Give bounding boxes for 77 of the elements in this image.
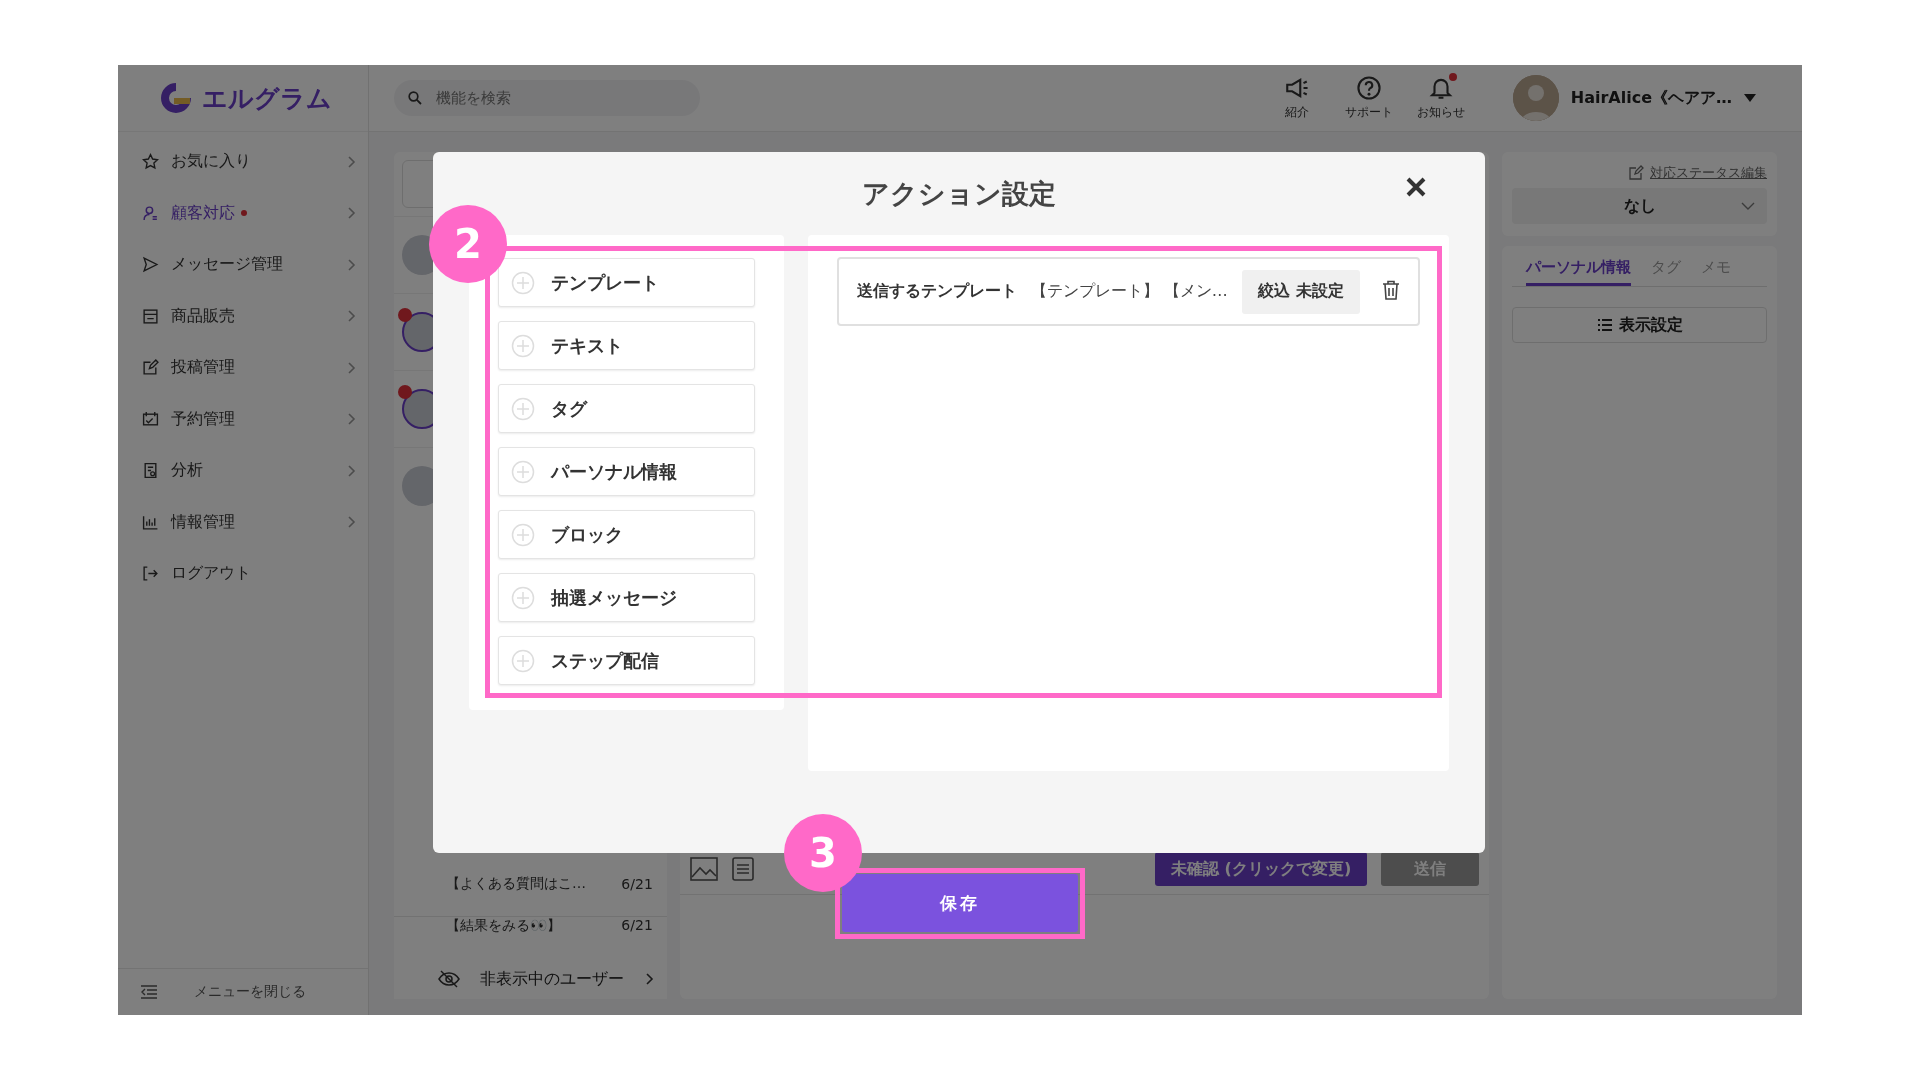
help-icon: [1355, 75, 1382, 101]
menu-collapse-icon: [140, 985, 158, 999]
sidebar-item[interactable]: お気に入り: [118, 136, 368, 188]
send-icon: [142, 256, 159, 274]
sidebar-label: 分析: [171, 460, 203, 482]
plus-circle-icon: [511, 333, 535, 358]
plus-circle-icon: [511, 648, 535, 673]
chart-icon: [142, 513, 159, 531]
action-value: 【テンプレート】 【メン…: [1030, 281, 1229, 302]
display-settings-button[interactable]: 表示設定: [1512, 307, 1767, 343]
add-action-button[interactable]: 抽選メッセージ: [498, 573, 755, 622]
person-icon: [142, 204, 159, 222]
message-preview: 【結果をみる👀】: [446, 917, 561, 935]
sidebar-label: 予約管理: [171, 408, 235, 430]
add-action-button[interactable]: パーソナル情報: [498, 447, 755, 496]
message-date: 6/21: [621, 876, 653, 892]
image-icon[interactable]: [689, 857, 718, 881]
status-button[interactable]: 未確認 (クリックで変更): [1155, 852, 1368, 886]
add-action-button[interactable]: タグ: [498, 384, 755, 433]
logo-icon: [158, 80, 194, 116]
add-action-button[interactable]: テンプレート: [498, 258, 755, 307]
sidebar-label: お気に入り: [171, 151, 251, 173]
logout-icon: [142, 565, 159, 583]
sidebar-item[interactable]: ログアウト: [118, 548, 368, 600]
dialog-title: アクション設定: [862, 176, 1056, 211]
message-preview: 【よくある質問はこ…: [446, 875, 586, 893]
trash-icon: [1382, 280, 1400, 300]
sidebar-label: メッセージ管理: [171, 254, 283, 276]
sidebar-item[interactable]: 投稿管理: [118, 342, 368, 394]
sidebar-label: 顧客対応: [171, 202, 235, 224]
chevron-icon: [644, 972, 654, 986]
sidebar-item[interactable]: 顧客対応: [118, 187, 368, 239]
sidebar-item[interactable]: 情報管理: [118, 496, 368, 548]
add-action-button[interactable]: ブロック: [498, 510, 755, 559]
sidebar-item[interactable]: 予約管理: [118, 393, 368, 445]
avatar-icon: [1512, 75, 1559, 121]
plus-circle-icon: [511, 396, 535, 421]
shop-icon: [142, 307, 159, 325]
logo-text: エルグラム: [202, 82, 332, 115]
sidebar-label: 投稿管理: [171, 357, 235, 379]
chevron-down-icon: [1741, 202, 1755, 210]
status-dropdown[interactable]: なし: [1512, 188, 1767, 224]
edit-icon: [142, 359, 159, 377]
sidebar-item[interactable]: メッセージ管理: [118, 239, 368, 291]
sidebar-item[interactable]: 分析: [118, 445, 368, 497]
star-icon: [142, 153, 159, 171]
caret-icon: [1744, 94, 1756, 102]
plus-circle-icon: [511, 270, 535, 295]
status-edit-link[interactable]: 対応ステータス編集: [1650, 164, 1767, 182]
save-button[interactable]: 保存: [842, 874, 1078, 932]
action-label: 送信するテンプレート: [856, 281, 1017, 302]
header-button[interactable]: サポート: [1332, 75, 1405, 121]
plus-circle-icon: [511, 522, 535, 547]
sidebar-label: 商品販売: [171, 305, 235, 327]
filter-button[interactable]: 絞込 未設定: [1242, 269, 1360, 314]
tab[interactable]: パーソナル情報: [1526, 254, 1632, 286]
calendar-icon: [142, 410, 159, 428]
list-icon: [1596, 318, 1613, 332]
add-action-button[interactable]: ステップ配信: [498, 636, 755, 685]
plus-circle-icon: [511, 459, 535, 484]
account-menu[interactable]: HairAlice《ヘアア…: [1506, 74, 1762, 122]
speaker-icon: [1283, 75, 1310, 101]
sidebar-label: 情報管理: [171, 511, 235, 533]
edit-icon: [1628, 165, 1644, 181]
add-action-button[interactable]: テキスト: [498, 321, 755, 370]
document-icon[interactable]: [731, 857, 754, 881]
close-icon: [1405, 176, 1427, 198]
hidden-eye-icon: [438, 970, 460, 988]
sidebar-label: ログアウト: [171, 563, 251, 585]
search-field[interactable]: 機能を検索: [394, 80, 700, 116]
message-date: 6/21: [621, 917, 653, 933]
sidebar-item[interactable]: 商品販売: [118, 290, 368, 342]
collapse-menu-button[interactable]: メニューを閉じる: [118, 968, 368, 1015]
header-button[interactable]: お知らせ: [1404, 75, 1477, 121]
header-button[interactable]: 紹介: [1260, 75, 1333, 121]
plus-circle-icon: [511, 585, 535, 610]
report-icon: [142, 462, 159, 480]
